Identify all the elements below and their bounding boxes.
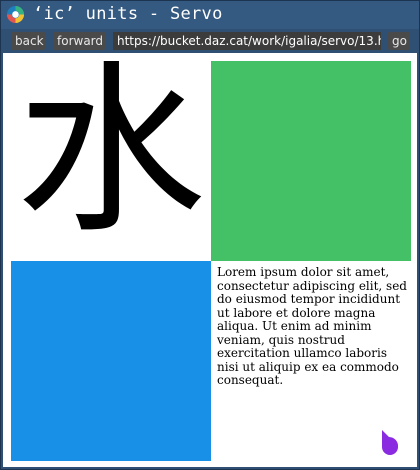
- glyph-cell: 水: [11, 61, 211, 261]
- touch-pointer-icon: [382, 430, 399, 455]
- green-box: [211, 61, 411, 261]
- window-title: ‘ic’ units - Servo: [33, 4, 223, 24]
- blue-box: [11, 261, 211, 461]
- lorem-paragraph: Lorem ipsum dolor sit amet, consectetur …: [217, 265, 407, 387]
- navigation-toolbar: back forward https://bucket.daz.cat/work…: [1, 29, 419, 53]
- browser-window: ‘ic’ units - Servo back forward https://…: [0, 0, 420, 470]
- water-glyph: 水: [15, 61, 206, 259]
- servo-logo-icon: [6, 5, 25, 24]
- back-button[interactable]: back: [11, 32, 45, 50]
- go-button[interactable]: go: [388, 32, 410, 50]
- page-viewport: 水 Lorem ipsum dolor sit amet, consectetu…: [3, 53, 417, 467]
- forward-button[interactable]: forward: [53, 32, 105, 50]
- titlebar: ‘ic’ units - Servo: [1, 1, 419, 29]
- url-field[interactable]: https://bucket.daz.cat/work/igalia/servo…: [113, 32, 381, 50]
